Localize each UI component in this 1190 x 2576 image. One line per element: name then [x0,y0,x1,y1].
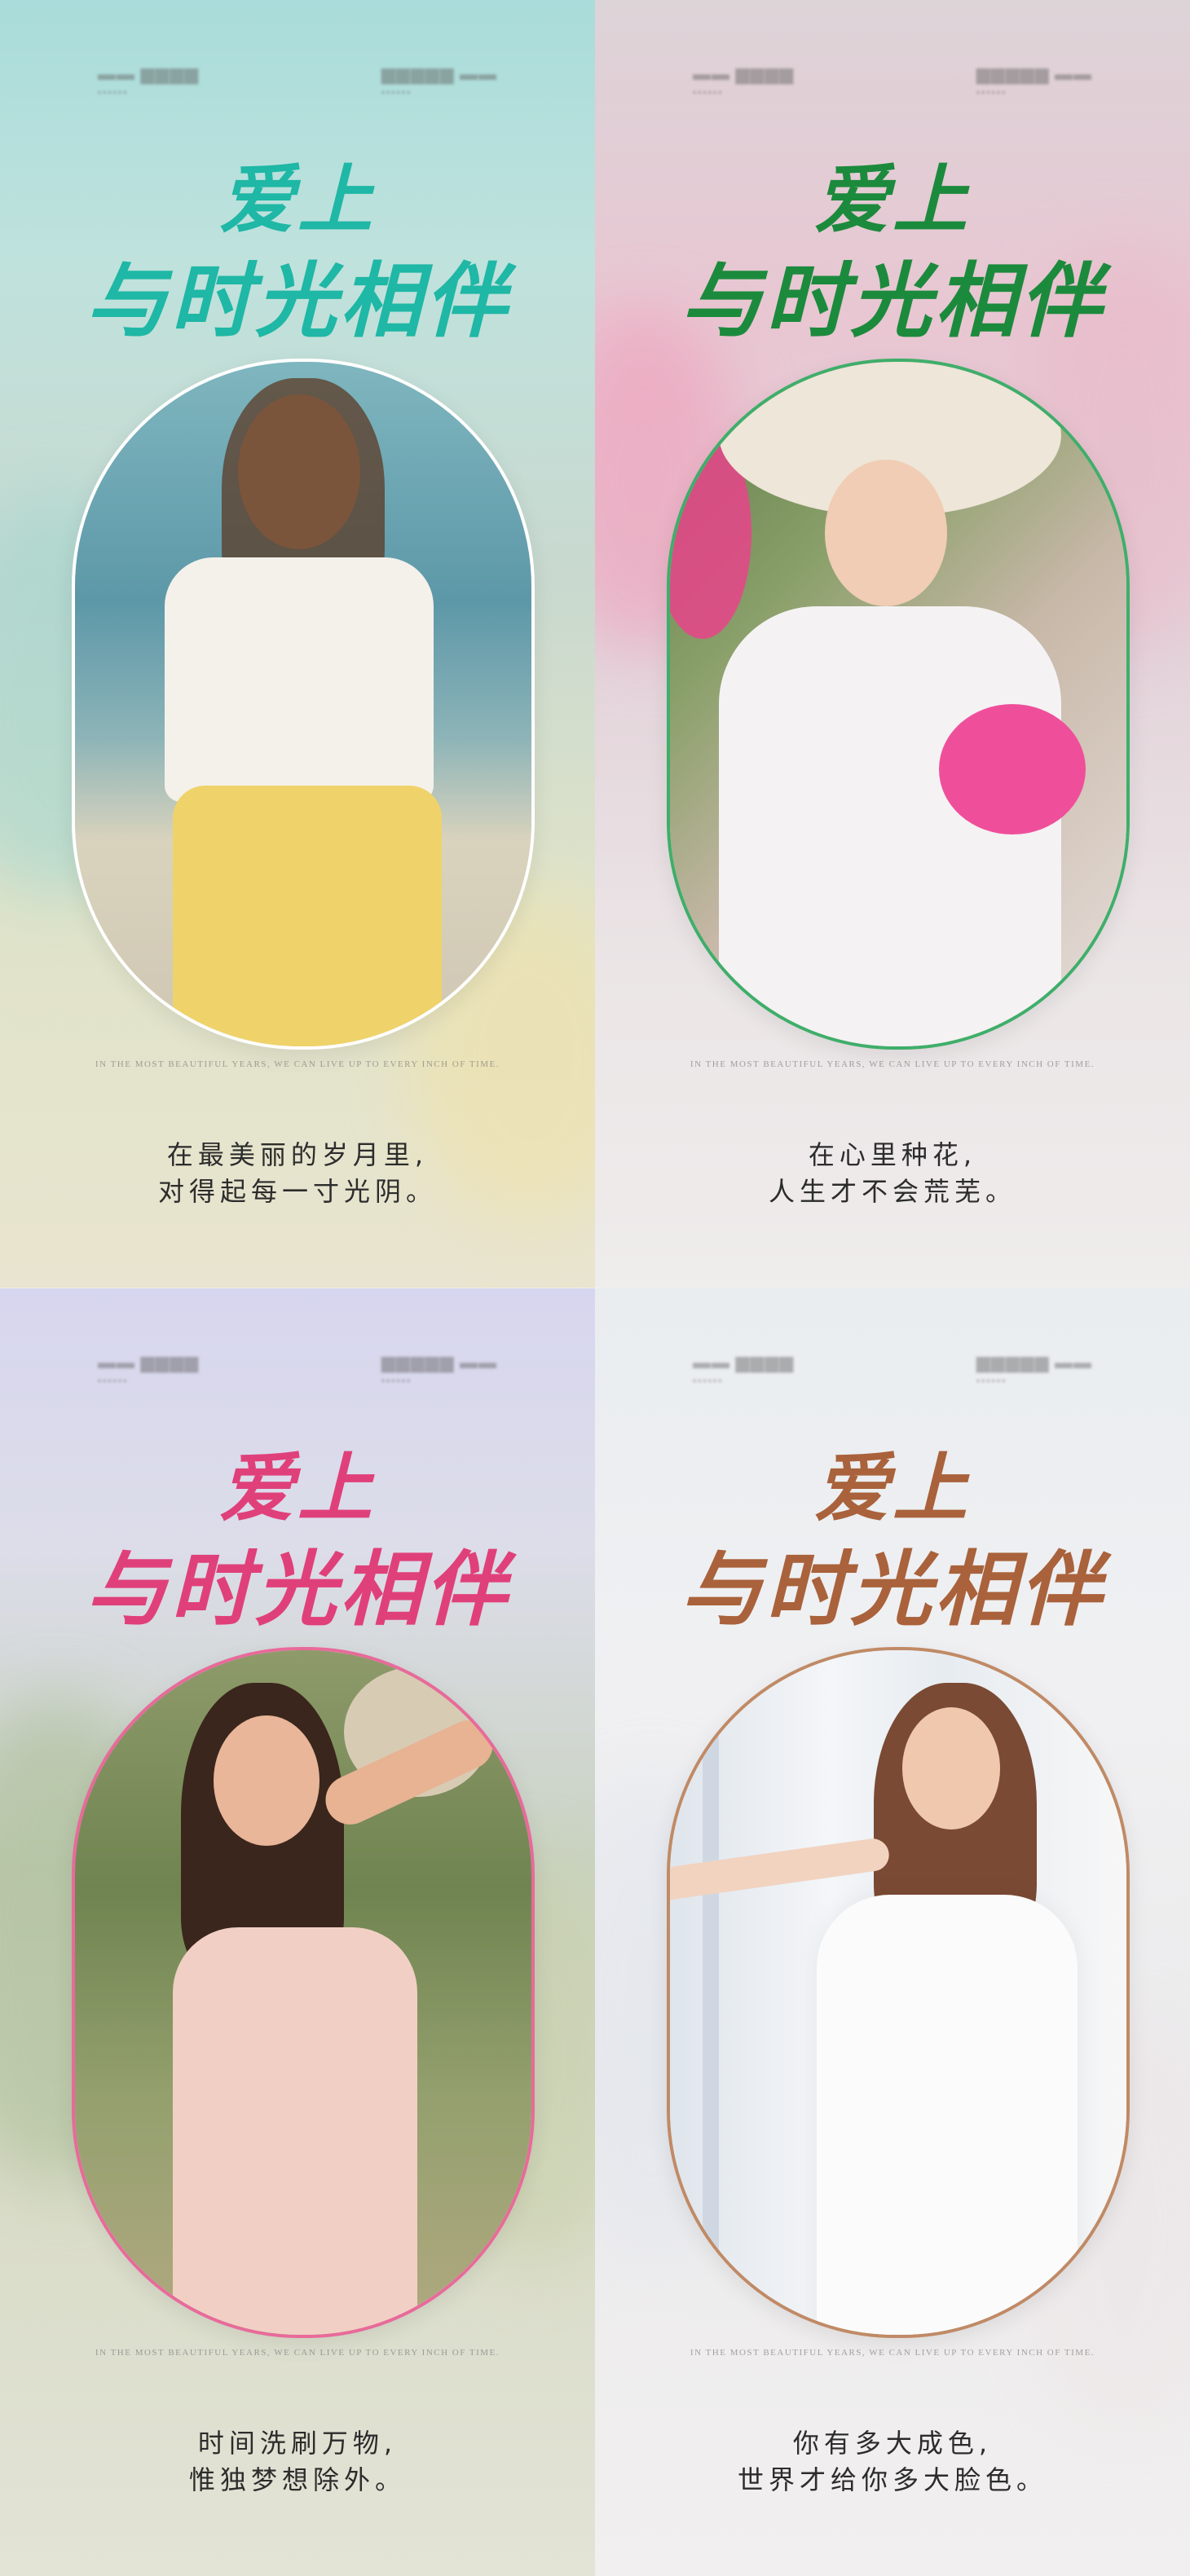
partner-logo-blurred: ▆▆▆▆▆ ▬▬ ▪▪▪▪▪▪ [381,64,497,98]
bougainvillea-flowers [939,704,1086,834]
person-skirt [173,786,442,1046]
caption-line1: 你有多大成色, [792,2428,993,2459]
person-head [214,1715,320,1846]
portrait-photo [75,1650,531,2335]
brand-logo-blurred: ▬▬ ▆▆▆▆ ▪▪▪▪▪▪ [693,64,795,98]
poster-title-line2: 与时光相伴 [86,1542,509,1637]
logo-row: ▬▬ ▆▆▆▆ ▪▪▪▪▪▪ ▆▆▆▆▆ ▬▬ ▪▪▪▪▪▪ [0,64,595,99]
poster-title-line1: 爱上 [218,1445,376,1532]
caption: 在心里种花, 人生才不会荒芜。 [595,1137,1190,1211]
caption-line2: 惟独梦想除外。 [188,2464,406,2496]
caption-line2: 人生才不会荒芜。 [768,1176,1016,1208]
caption: 时间洗刷万物, 惟独梦想除外。 [0,2425,595,2499]
person-dress [173,1927,417,2335]
logo-row: ▬▬ ▆▆▆▆ ▪▪▪▪▪▪ ▆▆▆▆▆ ▬▬ ▪▪▪▪▪▪ [595,1352,1190,1387]
photo-frame [72,359,535,1050]
tagline: IN THE MOST BEAUTIFUL YEARS, WE CAN LIVE… [690,2348,1095,2358]
partner-logo-blurred: ▆▆▆▆▆ ▬▬ ▪▪▪▪▪▪ [381,1352,497,1386]
poster-title-line1: 爱上 [218,156,376,244]
tagline: IN THE MOST BEAUTIFUL YEARS, WE CAN LIVE… [690,1059,1095,1069]
caption-line1: 在心里种花, [808,1139,977,1170]
poster-2: ▬▬ ▆▆▆▆ ▪▪▪▪▪▪ ▆▆▆▆▆ ▬▬ ▪▪▪▪▪▪ 爱上 与时光相伴 IN… [595,0,1190,1288]
poster-title-line2: 与时光相伴 [681,1542,1104,1637]
photo-frame [667,359,1130,1050]
brand-logo-blurred: ▬▬ ▆▆▆▆ ▪▪▪▪▪▪ [693,1352,795,1386]
person-head [902,1707,1000,1830]
poster-1: ▬▬ ▆▆▆▆ ▪▪▪▪▪▪ ▆▆▆▆▆ ▬▬ ▪▪▪▪▪▪ 爱上 与时光相伴 IN… [0,0,595,1288]
portrait-photo [670,362,1126,1046]
photo-frame [72,1647,535,2338]
caption-line2: 对得起每一寸光阴。 [157,1176,437,1208]
person-head [825,460,947,606]
logo-row: ▬▬ ▆▆▆▆ ▪▪▪▪▪▪ ▆▆▆▆▆ ▬▬ ▪▪▪▪▪▪ [595,64,1190,99]
portrait-photo [75,362,531,1046]
logo-row: ▬▬ ▆▆▆▆ ▪▪▪▪▪▪ ▆▆▆▆▆ ▬▬ ▪▪▪▪▪▪ [0,1352,595,1387]
poster-title-line2: 与时光相伴 [681,253,1104,349]
brand-logo-blurred: ▬▬ ▆▆▆▆ ▪▪▪▪▪▪ [98,64,200,98]
caption: 在最美丽的岁月里, 对得起每一寸光阴。 [0,1137,595,1211]
poster-3: ▬▬ ▆▆▆▆ ▪▪▪▪▪▪ ▆▆▆▆▆ ▬▬ ▪▪▪▪▪▪ 爱上 与时光相伴 IN… [0,1288,595,2576]
person-shirt [165,557,434,802]
poster-grid: ▬▬ ▆▆▆▆ ▪▪▪▪▪▪ ▆▆▆▆▆ ▬▬ ▪▪▪▪▪▪ 爱上 与时光相伴 IN… [0,0,1190,2576]
tagline: IN THE MOST BEAUTIFUL YEARS, WE CAN LIVE… [95,2348,500,2358]
portrait-photo [670,1650,1126,2335]
caption-line1: 时间洗刷万物, [197,2428,398,2459]
poster-4: ▬▬ ▆▆▆▆ ▪▪▪▪▪▪ ▆▆▆▆▆ ▬▬ ▪▪▪▪▪▪ 爱上 与时光相伴 IN… [595,1288,1190,2576]
caption-line2: 世界才给你多大脸色。 [737,2464,1047,2496]
caption: 你有多大成色, 世界才给你多大脸色。 [595,2425,1190,2499]
partner-logo-blurred: ▆▆▆▆▆ ▬▬ ▪▪▪▪▪▪ [976,64,1092,98]
caption-line1: 在最美丽的岁月里, [166,1139,429,1170]
poster-title-line1: 爱上 [813,156,971,244]
tagline: IN THE MOST BEAUTIFUL YEARS, WE CAN LIVE… [95,1059,500,1069]
person-dress [817,1895,1078,2335]
person-arm [670,1836,892,1904]
photo-frame [667,1647,1130,2338]
window-frame [703,1699,719,2270]
poster-title-line2: 与时光相伴 [86,253,509,349]
partner-logo-blurred: ▆▆▆▆▆ ▬▬ ▪▪▪▪▪▪ [976,1352,1092,1386]
brand-logo-blurred: ▬▬ ▆▆▆▆ ▪▪▪▪▪▪ [98,1352,200,1386]
poster-title-line1: 爱上 [813,1445,971,1532]
